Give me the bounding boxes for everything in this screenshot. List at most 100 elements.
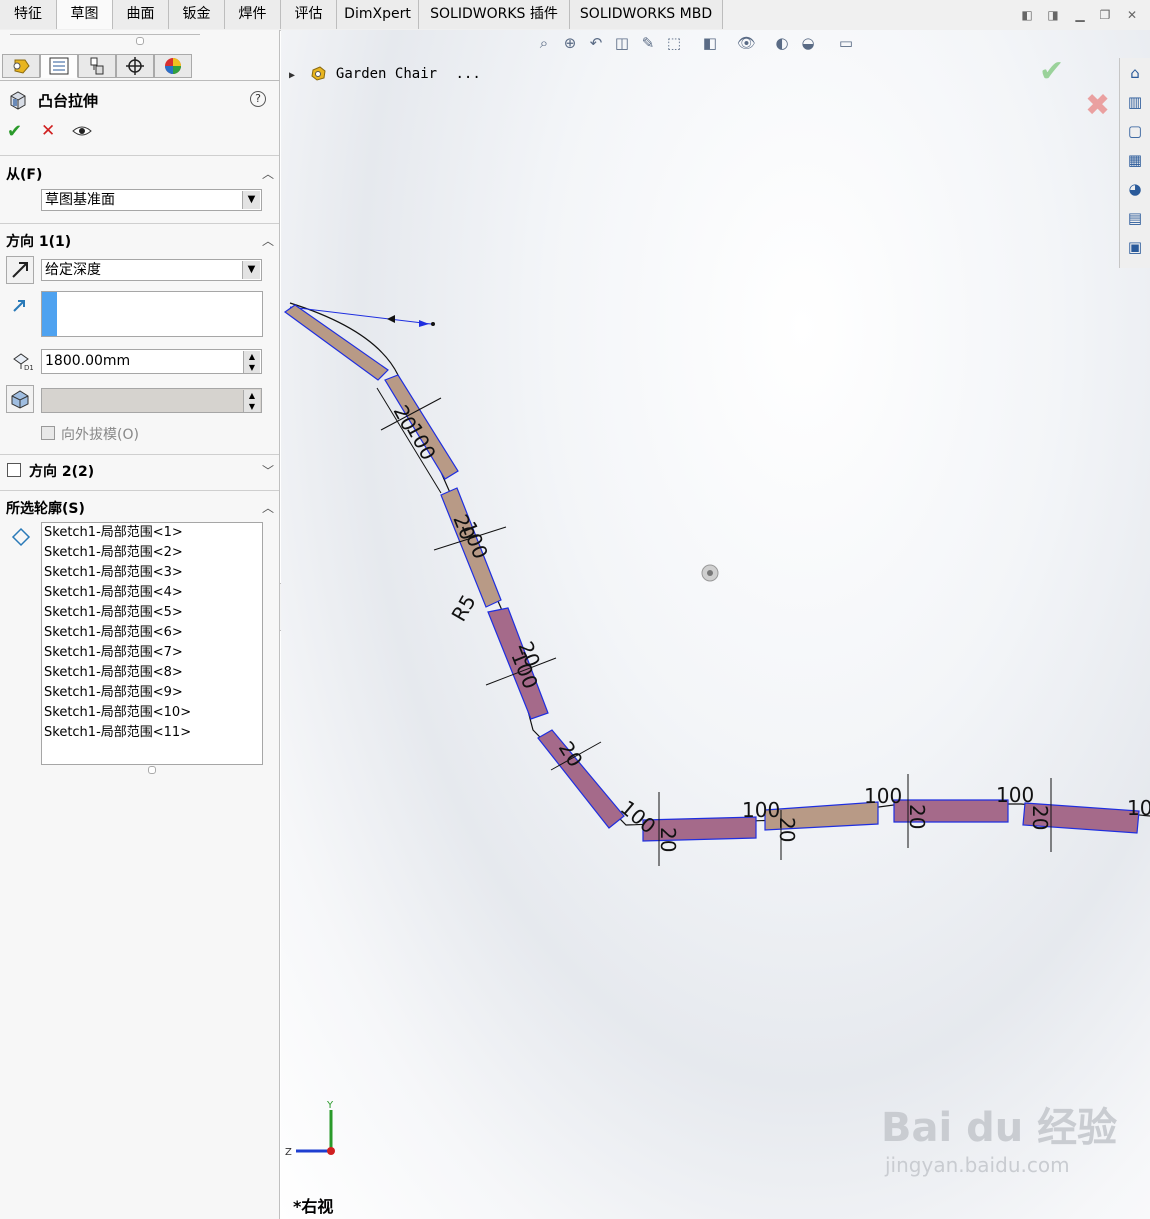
triad-z-label: Z: [285, 1147, 292, 1158]
dimension-text[interactable]: R5: [447, 590, 481, 625]
depth-input[interactable]: 1800.00mm ▲ ▼: [41, 349, 262, 374]
draft-icon: [11, 390, 29, 409]
dimension-leaders: [376, 387, 1052, 866]
draft-angle-input[interactable]: ▲ ▼: [41, 388, 262, 413]
from-section-title[interactable]: 从(F): [6, 164, 42, 184]
list-item[interactable]: Sketch1-局部范围<6>: [42, 623, 262, 643]
list-item[interactable]: Sketch1-局部范围<7>: [42, 643, 262, 663]
tab-addins[interactable]: SOLIDWORKS 插件: [419, 0, 570, 29]
divider: [0, 223, 279, 224]
dimension-text[interactable]: 20: [775, 817, 799, 842]
command-manager-tabs: 特征 草图 曲面 钣金 焊件 评估 DimXpert SOLIDWORKS 插件…: [0, 0, 1150, 31]
end-condition-value: 给定深度: [45, 262, 101, 278]
sketch-centerline: [289, 302, 1150, 826]
list-resize-grip[interactable]: [148, 766, 156, 774]
dropdown-arrow-icon[interactable]: ▼: [242, 261, 260, 279]
dimension-text[interactable]: 100: [742, 798, 780, 822]
collapse-chevron-icon[interactable]: ︿: [262, 165, 274, 182]
reverse-arrow-icon: [12, 262, 28, 278]
feature-title: 凸台拉伸: [38, 92, 99, 110]
draft-outward-label: 向外拔模(O): [61, 427, 139, 443]
help-icon[interactable]: ?: [250, 91, 266, 107]
selection-color-bar: [42, 292, 57, 336]
tab-display-manager[interactable]: [154, 54, 192, 78]
dimension-text[interactable]: 10: [1127, 796, 1150, 820]
dimension-text[interactable]: 100: [996, 783, 1034, 807]
list-item[interactable]: Sketch1-局部范围<10>: [42, 703, 262, 723]
minimize-icon[interactable]: ▁: [1073, 8, 1087, 22]
sketch-canvas[interactable]: 20 100 20 100 R5 20 100 20 100 20 100 20…: [281, 30, 1150, 1219]
list-item[interactable]: Sketch1-局部范围<2>: [42, 543, 262, 563]
list-item[interactable]: Sketch1-局部范围<5>: [42, 603, 262, 623]
feature-manager-tabs: [0, 52, 280, 81]
close-window-icon[interactable]: ✕: [1125, 8, 1139, 22]
list-item[interactable]: Sketch1-局部范围<8>: [42, 663, 262, 683]
triad-y-label: Y: [326, 1100, 334, 1111]
ok-checkmark-icon[interactable]: ✔: [7, 121, 22, 142]
list-item[interactable]: Sketch1-局部范围<1>: [42, 523, 262, 543]
dimension-text[interactable]: 20: [1028, 805, 1052, 830]
direction2-section-title[interactable]: 方向 2(2): [29, 461, 94, 481]
draft-outward-checkbox[interactable]: [41, 426, 55, 440]
tangent-handle-arrow[interactable]: [419, 320, 429, 327]
preview-eye-icon[interactable]: [72, 125, 92, 137]
divider: [0, 490, 279, 491]
tab-configuration-manager[interactable]: [78, 54, 116, 78]
tab-sheet-metal[interactable]: 钣金: [169, 0, 225, 29]
tab-features[interactable]: 特征: [0, 0, 57, 29]
dimension-text[interactable]: 20: [905, 804, 929, 829]
depth-spinner[interactable]: ▲ ▼: [243, 351, 260, 373]
list-item[interactable]: Sketch1-局部范围<3>: [42, 563, 262, 583]
tangent-handle-end[interactable]: [431, 322, 435, 326]
panel-left-icon[interactable]: ◧: [1020, 8, 1034, 22]
dropdown-arrow-icon[interactable]: ▼: [242, 191, 260, 209]
graphics-area[interactable]: ⌕ ⊕ ↶ ◫ ✎ ⬚ ◧ 👁 ◐ ◒ ▭ ▶ Garden Chair ...…: [281, 30, 1150, 1219]
selected-contours-list[interactable]: Sketch1-局部范围<1> Sketch1-局部范围<2> Sketch1-…: [41, 522, 263, 765]
splitter-grip[interactable]: [136, 37, 144, 45]
end-condition-select[interactable]: 给定深度 ▼: [41, 259, 262, 281]
draft-angle-spinner[interactable]: ▲ ▼: [243, 390, 260, 412]
from-start-condition-value: 草图基准面: [45, 192, 115, 208]
contour-diamond-icon: [11, 527, 31, 547]
depth-value: 1800.00mm: [45, 353, 131, 369]
profile-slat[interactable]: [283, 304, 389, 381]
draft-toggle-button[interactable]: [6, 385, 34, 413]
tab-surfaces[interactable]: 曲面: [113, 0, 169, 29]
pane-top-rule: [10, 30, 200, 35]
collapse-chevron-icon[interactable]: ︿: [262, 499, 274, 516]
divider: [0, 454, 279, 455]
tab-dimxpert[interactable]: DimXpert: [337, 0, 419, 29]
reverse-direction-button[interactable]: [6, 256, 34, 284]
feature-tree-icon: [13, 59, 30, 74]
depth-icon: D1: [13, 353, 33, 371]
from-start-condition-select[interactable]: 草图基准面 ▼: [41, 189, 262, 211]
view-orientation-label: *右视: [293, 1197, 334, 1216]
tangent-handle-marker[interactable]: [387, 315, 395, 323]
profile-slat[interactable]: [537, 729, 625, 829]
panel-right-icon[interactable]: ◨: [1046, 8, 1060, 22]
direction-selection-box[interactable]: [41, 291, 263, 337]
tab-sketch[interactable]: 草图: [57, 0, 113, 29]
direction2-checkbox[interactable]: [7, 463, 21, 477]
expand-chevron-icon[interactable]: ﹀: [262, 462, 274, 479]
tab-evaluate[interactable]: 评估: [281, 0, 337, 29]
direction1-section-title[interactable]: 方向 1(1): [6, 231, 71, 251]
dimension-text[interactable]: 100: [864, 784, 902, 808]
list-item[interactable]: Sketch1-局部范围<11>: [42, 723, 262, 743]
dimension-text[interactable]: 20: [656, 827, 680, 852]
restore-icon[interactable]: ❐: [1098, 8, 1112, 22]
dimension-text[interactable]: 100: [456, 518, 493, 562]
tab-mbd[interactable]: SOLIDWORKS MBD: [570, 0, 723, 29]
tab-dimxpert-manager[interactable]: [116, 54, 154, 78]
crosshair-icon: [126, 57, 144, 75]
watermark-logo-text: Bai du 经验: [881, 1105, 1118, 1151]
collapse-chevron-icon[interactable]: ︿: [262, 232, 274, 249]
tab-weldments[interactable]: 焊件: [225, 0, 281, 29]
selected-contours-title[interactable]: 所选轮廓(S): [6, 498, 85, 518]
tab-property-manager[interactable]: [40, 54, 78, 78]
list-item[interactable]: Sketch1-局部范围<9>: [42, 683, 262, 703]
cancel-x-icon[interactable]: ✕: [41, 121, 55, 141]
tab-feature-tree[interactable]: [2, 54, 40, 78]
list-item[interactable]: Sketch1-局部范围<4>: [42, 583, 262, 603]
divider: [0, 155, 279, 156]
